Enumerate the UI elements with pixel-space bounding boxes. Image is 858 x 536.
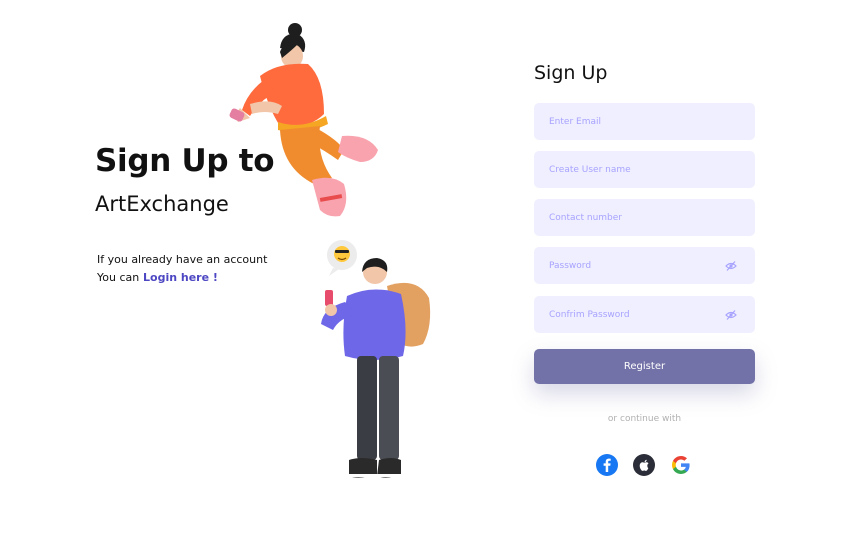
apple-login-button[interactable] (633, 454, 655, 476)
contact-number-field[interactable] (534, 199, 755, 236)
continue-with-text: or continue with (607, 414, 682, 424)
facebook-login-button[interactable] (596, 454, 618, 476)
register-button[interactable]: Register (534, 349, 755, 384)
google-icon (672, 456, 690, 474)
eye-slash-icon[interactable] (725, 309, 737, 321)
username-input[interactable] (534, 151, 755, 188)
apple-icon (639, 459, 649, 471)
email-field[interactable] (534, 103, 755, 140)
eye-slash-icon[interactable] (725, 260, 737, 272)
google-login-button[interactable] (670, 454, 692, 476)
form-title: Sign Up (534, 62, 608, 84)
hero-subtitle: ArtExchange (95, 192, 229, 216)
username-field[interactable] (534, 151, 755, 188)
confirm-password-input[interactable] (534, 296, 755, 333)
account-prompt-text: If you already have an account (97, 253, 268, 266)
floating-character-illustration (229, 23, 378, 217)
login-link[interactable]: Login here ! (143, 271, 218, 284)
confirm-password-field[interactable] (534, 296, 755, 333)
facebook-icon (603, 458, 611, 472)
you-can-text: You can (97, 271, 140, 284)
password-field[interactable] (534, 247, 755, 284)
email-input[interactable] (534, 103, 755, 140)
contact-number-input[interactable] (534, 199, 755, 236)
password-input[interactable] (534, 247, 755, 284)
standing-character-illustration (321, 240, 431, 478)
